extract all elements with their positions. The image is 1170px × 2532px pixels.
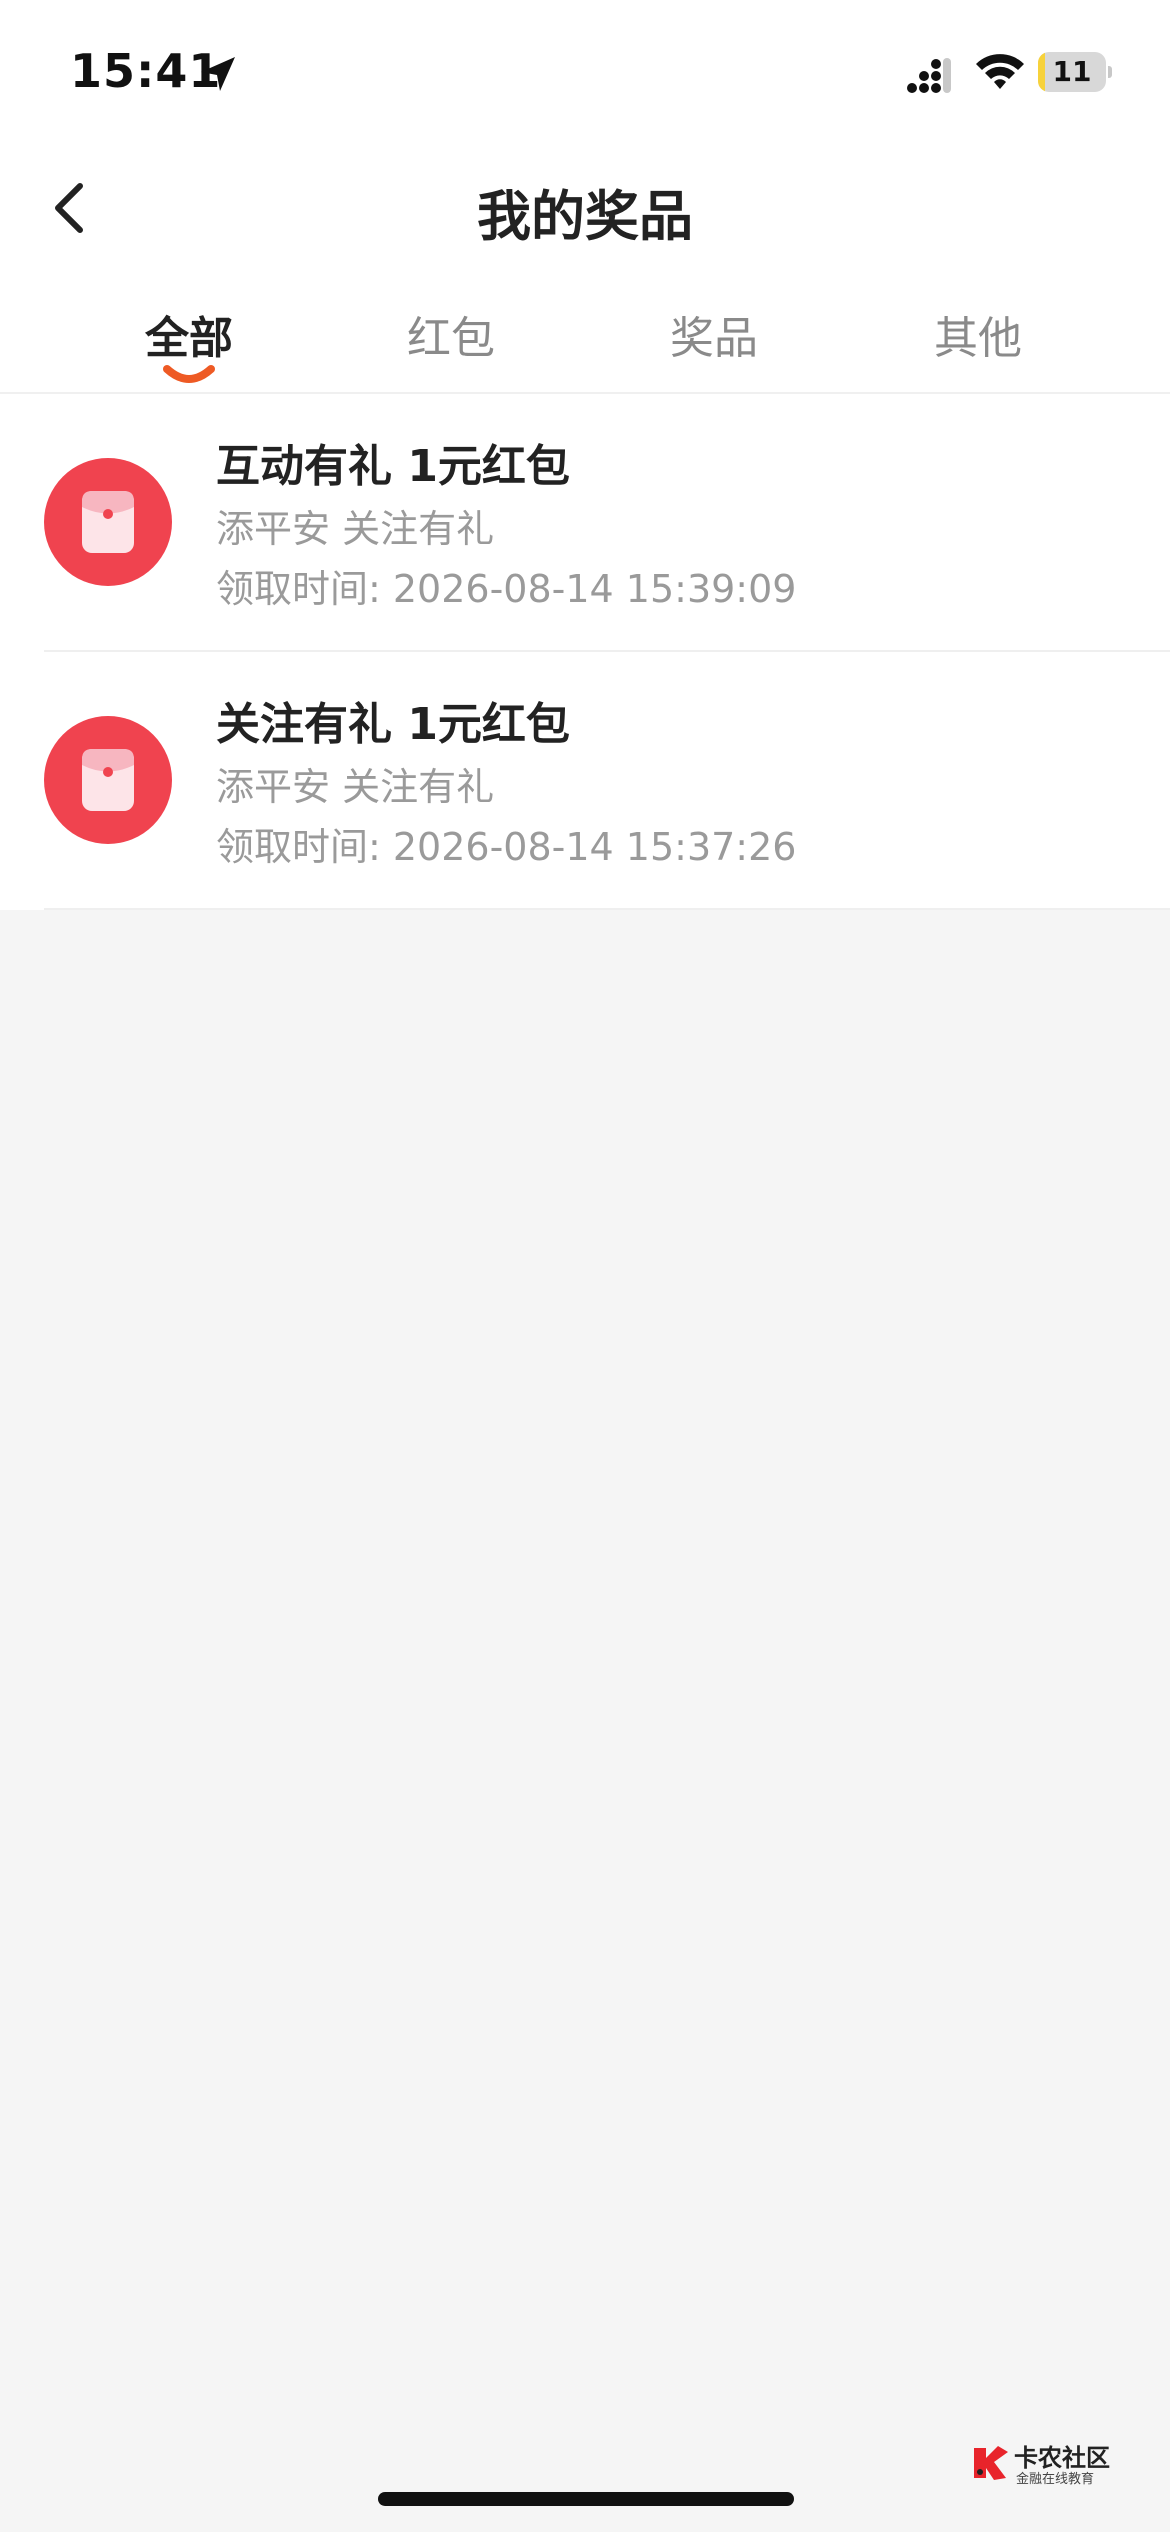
prize-list-item[interactable]: 互动有礼 1元红包 添平安 关注有礼 领取时间: 2026-08-14 15:3… — [0, 394, 1170, 652]
red-packet-icon — [44, 716, 172, 844]
tab-other[interactable]: 其他 — [878, 302, 1078, 366]
tab-prizes[interactable]: 奖品 — [614, 302, 814, 366]
home-indicator[interactable] — [378, 2492, 794, 2506]
prize-source: 添平安 关注有礼 — [216, 765, 495, 809]
tab-all[interactable]: 全部 — [89, 302, 289, 366]
location-arrow-icon — [201, 57, 235, 91]
cellular-signal-icon — [907, 58, 951, 93]
wifi-icon — [976, 54, 1024, 89]
battery-level: 11 — [1052, 55, 1092, 88]
watermark: 卡农社区 金融在线教育 — [970, 2438, 1140, 2488]
prize-claim-time: 领取时间: 2026-08-14 15:37:26 — [216, 825, 797, 869]
page-title: 我的奖品 — [477, 185, 693, 248]
prize-title: 互动有礼 1元红包 — [216, 441, 570, 492]
battery-cap — [1108, 66, 1112, 78]
tab-red-packet[interactable]: 红包 — [351, 302, 551, 366]
battery-body: 11 — [1038, 52, 1106, 92]
battery-indicator: 11 — [1038, 52, 1112, 92]
kanong-logo-icon — [974, 2446, 1008, 2480]
watermark-subtitle: 金融在线教育 — [1016, 2472, 1095, 2487]
my-prizes-screen: 15:41 11 我的奖品 全部 红包 奖品 其他 互动有礼 1元红包 添平安 … — [0, 0, 1170, 2532]
item-divider — [44, 908, 1170, 910]
prize-source: 添平安 关注有礼 — [216, 507, 495, 551]
prize-claim-time: 领取时间: 2026-08-14 15:39:09 — [216, 567, 797, 611]
prize-list-item[interactable]: 关注有礼 1元红包 添平安 关注有礼 领取时间: 2026-08-14 15:3… — [0, 652, 1170, 910]
prize-title: 关注有礼 1元红包 — [216, 699, 570, 750]
active-tab-indicator — [163, 365, 215, 383]
red-packet-icon — [44, 458, 172, 586]
